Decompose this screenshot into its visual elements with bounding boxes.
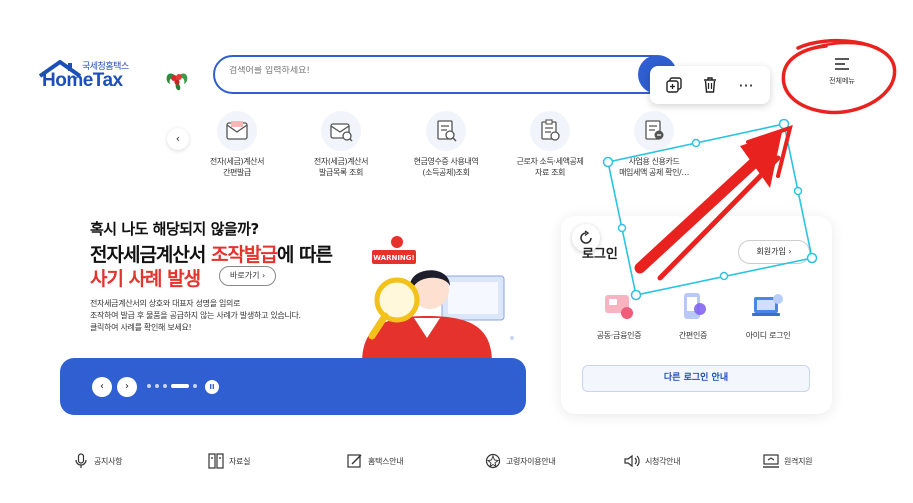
guide-icon <box>346 452 364 470</box>
banner-title-line2[interactable]: 사기 사례 발생 <box>90 264 201 291</box>
quick-service-business-card[interactable]: 사업용 신용카드 매입세액 공제 확인/… <box>604 111 704 178</box>
carousel-pause-button[interactable]: II <box>205 380 219 394</box>
login-option-label: 공동·금융인증 <box>596 331 642 340</box>
quick-service-label: 전자(세금)계산서 발급목록 조회 <box>313 157 369 177</box>
carousel-dot[interactable] <box>193 384 197 388</box>
login-title: 로그인 <box>582 247 618 262</box>
join-button[interactable]: 회원가입 › <box>738 240 810 264</box>
elderly-icon <box>484 452 502 470</box>
carousel-dot[interactable] <box>163 384 167 388</box>
footer-notice-link[interactable]: 공지사항 <box>72 452 123 470</box>
footer-guide-link[interactable]: 홈택스안내 <box>346 452 404 470</box>
simple-auth-icon <box>675 288 711 324</box>
join-label: 회원가입 <box>756 247 786 256</box>
carousel-dot[interactable] <box>155 384 159 388</box>
cash-receipt-icon <box>426 111 466 151</box>
login-option-label: 아이디 로그인 <box>745 331 791 340</box>
banner-question: 혹시 나도 해당되지 않을까? <box>90 220 259 238</box>
footer-link-label: 원격지원 <box>784 456 813 466</box>
banner-go-label: 바로가기 <box>230 271 260 280</box>
quick-service-label: 현금영수증 사용내역 (소득공제)조회 <box>413 157 479 177</box>
search-input[interactable] <box>229 66 629 76</box>
microphone-icon <box>72 452 90 470</box>
trash-icon[interactable] <box>697 72 723 98</box>
banner-title-highlight: 조작발급 <box>210 244 278 266</box>
banner-title-part: 에 따른 <box>276 244 333 266</box>
footer-link-label: 홈택스안내 <box>368 456 404 466</box>
invoice-issue-icon <box>217 111 257 151</box>
archive-icon <box>207 452 225 470</box>
footer-link-label: 자료실 <box>229 456 251 466</box>
banner-go-button[interactable]: 바로가기 › <box>219 266 277 286</box>
login-id-option[interactable]: 아이디 로그인 <box>728 288 808 341</box>
login-option-label: 간편인증 <box>678 331 708 340</box>
speaker-icon <box>623 452 641 470</box>
hamburger-icon <box>835 58 849 70</box>
logo-text: HomeTax <box>42 70 123 91</box>
worker-deduction-icon <box>530 111 570 151</box>
login-simple-auth-option[interactable]: 간편인증 <box>653 288 733 341</box>
holly-icon <box>166 73 188 91</box>
carousel-dot-active[interactable] <box>171 384 189 388</box>
footer-elderly-link[interactable]: 고령자이용안내 <box>484 452 556 470</box>
annotation-handle[interactable] <box>778 118 790 130</box>
other-login-guide-button[interactable]: 다른 로그인 안내 <box>582 365 810 392</box>
hometax-logo[interactable]: 국세청홈택스 HomeTax <box>36 56 188 100</box>
business-card-icon <box>634 111 674 151</box>
quick-service-label: 사업용 신용카드 매입세액 공제 확인/… <box>619 157 689 177</box>
chevron-right-icon: › <box>262 271 266 280</box>
login-certificate-option[interactable]: 공동·금융인증 <box>579 288 659 341</box>
total-menu-button[interactable]: 전체메뉴 <box>820 58 864 86</box>
invoice-list-icon <box>321 111 361 151</box>
search-bar[interactable] <box>213 55 673 94</box>
banner-title-line1[interactable]: 전자세금계산서 조작발급에 따른 <box>90 240 333 267</box>
warning-sign-text: WARNING! <box>373 254 414 262</box>
carousel-next-button[interactable]: › <box>117 377 137 397</box>
footer-remote-support-link[interactable]: 원격지원 <box>762 452 813 470</box>
footer-link-label: 고령자이용안내 <box>506 456 556 466</box>
banner-title-part: 전자세금계산서 <box>90 244 211 266</box>
carousel-prev-button[interactable]: ‹ <box>92 377 112 397</box>
chevron-right-icon: › <box>788 247 792 256</box>
banner-description: 전자세금계산서의 상호와 대표자 성명을 임의로 조작하여 발급 후 물품을 공… <box>90 299 301 332</box>
footer-link-label: 시청각안내 <box>645 456 681 466</box>
quick-service-invoice-issue[interactable]: 전자(세금)계산서 간편발급 <box>187 111 287 178</box>
quick-service-label: 전자(세금)계산서 간편발급 <box>209 157 265 177</box>
floating-toolbar: ··· <box>650 66 770 104</box>
banner-illustration[interactable]: WARNING! <box>352 228 522 363</box>
remote-icon <box>762 452 780 470</box>
copy-icon[interactable] <box>661 72 687 98</box>
quick-service-invoice-list[interactable]: 전자(세금)계산서 발급목록 조회 <box>291 111 391 178</box>
footer-link-label: 공지사항 <box>94 456 123 466</box>
carousel-dot[interactable] <box>147 384 151 388</box>
total-menu-label: 전체메뉴 <box>829 77 855 85</box>
footer-audiovisual-link[interactable]: 시청각안내 <box>623 452 681 470</box>
certificate-icon <box>601 288 637 324</box>
more-icon[interactable]: ··· <box>733 72 759 98</box>
quick-service-worker-deduction[interactable]: 근로자 소득·세액공제 자료 조회 <box>500 111 600 178</box>
quick-service-cash-receipt[interactable]: 현금영수증 사용내역 (소득공제)조회 <box>396 111 496 178</box>
footer-archive-link[interactable]: 자료실 <box>207 452 250 470</box>
quick-services-prev-button[interactable]: ‹ <box>167 128 189 150</box>
id-login-icon <box>750 288 786 324</box>
carousel-dots[interactable] <box>147 384 197 388</box>
quick-service-label: 근로자 소득·세액공제 자료 조회 <box>516 157 584 177</box>
